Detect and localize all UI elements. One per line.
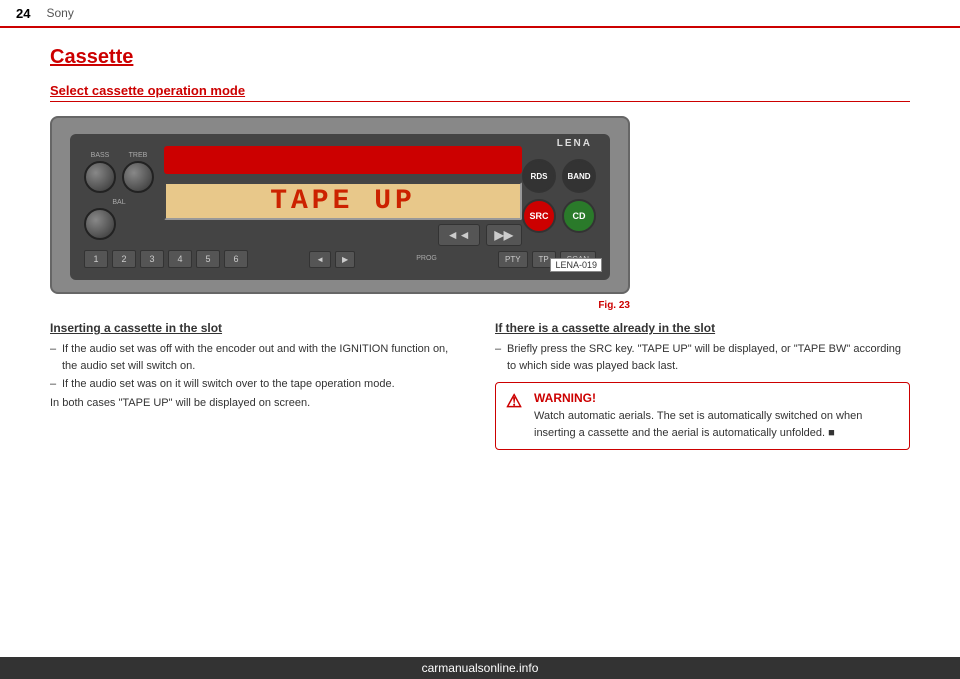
display-text: TAPE UP bbox=[270, 186, 416, 217]
pty-button[interactable]: PTY bbox=[498, 251, 528, 268]
radio-image: LENA BASS TREB BAL bbox=[50, 116, 630, 294]
main-content: Cassette Select cassette operation mode … bbox=[0, 28, 960, 468]
bal-label: BAL bbox=[84, 199, 154, 206]
section-label: Sony bbox=[46, 6, 73, 20]
radio-main-area: BASS TREB BAL bbox=[84, 146, 596, 246]
bal-knob[interactable] bbox=[84, 208, 116, 240]
radio-unit: LENA BASS TREB BAL bbox=[70, 134, 610, 280]
radio-display-area: TAPE UP ◄◄ ▶▶ bbox=[164, 146, 522, 246]
warning-title: WARNING! bbox=[534, 391, 899, 405]
preset-2[interactable]: 2 bbox=[112, 250, 136, 268]
display-screen: TAPE UP bbox=[164, 182, 522, 220]
treb-label: TREB bbox=[122, 152, 154, 159]
radio-bottom-row: 1 2 3 4 5 6 ◄ ▶ PROG PTY TP SCAN bbox=[84, 250, 596, 268]
warning-content: WARNING! Watch automatic aerials. The se… bbox=[534, 391, 899, 441]
preset-3[interactable]: 3 bbox=[140, 250, 164, 268]
fig-label: Fig. 23 bbox=[50, 300, 630, 311]
bass-knob[interactable] bbox=[84, 161, 116, 193]
right-column: If there is a cassette already in the sl… bbox=[495, 321, 910, 450]
left-column: Inserting a cassette in the slot If the … bbox=[50, 321, 465, 450]
preset-4[interactable]: 4 bbox=[168, 250, 192, 268]
rewind-button[interactable]: ◄◄ bbox=[438, 224, 480, 246]
footer-bar: carmanualsonline.info bbox=[0, 657, 960, 679]
top-bar: 24 Sony bbox=[0, 0, 960, 28]
preset-1[interactable]: 1 bbox=[84, 250, 108, 268]
band-button[interactable]: BAND bbox=[562, 159, 596, 193]
warning-icon: ⚠ bbox=[506, 391, 526, 412]
left-col-heading: Inserting a cassette in the slot bbox=[50, 321, 465, 335]
forward-button[interactable]: ▶▶ bbox=[486, 224, 522, 246]
prog-label: PROG bbox=[416, 255, 437, 262]
body-columns: Inserting a cassette in the slot If the … bbox=[50, 321, 910, 450]
right-bullet-1: Briefly press the SRC key. "TAPE UP" wil… bbox=[495, 341, 910, 374]
right-btn-row-bottom: SRC CD bbox=[522, 199, 596, 233]
left-bullet-2: If the audio set was on it will switch o… bbox=[50, 376, 465, 393]
left-bullet-1: If the audio set was off with the encode… bbox=[50, 341, 465, 374]
cassette-slot bbox=[164, 146, 522, 174]
radio-brand: LENA bbox=[557, 138, 592, 149]
radio-right-buttons: RDS BAND SRC CD bbox=[522, 159, 596, 233]
right-btn-row-top: RDS BAND bbox=[522, 159, 596, 193]
seek-row: ◄◄ ▶▶ bbox=[164, 224, 522, 246]
preset-6[interactable]: 6 bbox=[224, 250, 248, 268]
warning-text: Watch automatic aerials. The set is auto… bbox=[534, 408, 899, 441]
page-number: 24 bbox=[16, 6, 30, 21]
sub-heading: Select cassette operation mode bbox=[50, 83, 910, 102]
play-back-button[interactable]: ◄ bbox=[309, 251, 331, 268]
rds-button[interactable]: RDS bbox=[522, 159, 556, 193]
knob-row-top: BASS TREB bbox=[84, 152, 154, 193]
preset-5[interactable]: 5 bbox=[196, 250, 220, 268]
treb-knob[interactable] bbox=[122, 161, 154, 193]
footer-text: carmanualsonline.info bbox=[422, 661, 539, 675]
src-button[interactable]: SRC bbox=[522, 199, 556, 233]
left-note: In both cases "TAPE UP" will be displaye… bbox=[50, 395, 465, 412]
bass-label: BASS bbox=[84, 152, 116, 159]
lena-code: LENA-019 bbox=[550, 258, 602, 272]
cd-button[interactable]: CD bbox=[562, 199, 596, 233]
warning-box: ⚠ WARNING! Watch automatic aerials. The … bbox=[495, 382, 910, 450]
section-title: Cassette bbox=[50, 46, 910, 69]
right-col-heading: If there is a cassette already in the sl… bbox=[495, 321, 910, 335]
play-forward-button[interactable]: ▶ bbox=[335, 251, 355, 268]
